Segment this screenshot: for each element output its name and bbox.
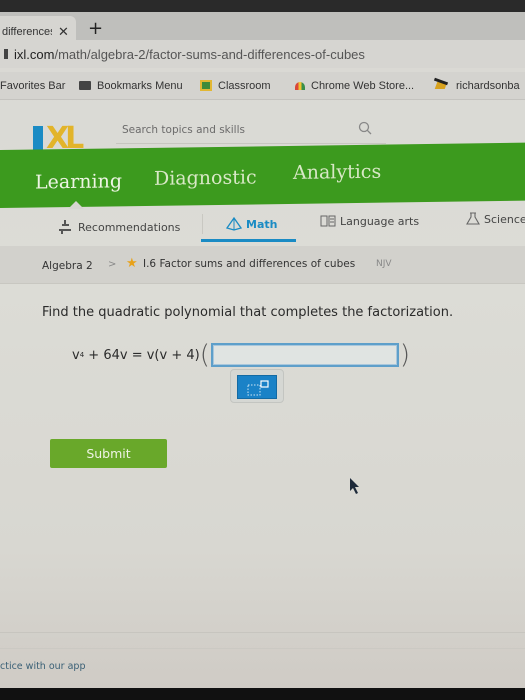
tab-math[interactable]: Math <box>226 217 277 231</box>
footer-divider <box>0 648 525 649</box>
breadcrumb: Algebra 2 > ★ I.6 Factor sums and differ… <box>0 246 525 284</box>
recommendations-icon <box>58 220 74 234</box>
star-icon: ★ <box>126 256 138 271</box>
search-input[interactable] <box>116 123 346 136</box>
skill-code: NJV <box>376 259 392 269</box>
answer-input[interactable] <box>210 343 399 367</box>
tab-label: Math <box>246 217 278 231</box>
address-bar[interactable]: ixl.com/math/algebra-2/factor-sums-and-d… <box>0 40 525 68</box>
submit-button[interactable]: Submit <box>50 439 167 468</box>
tab-label: Recommendations <box>78 220 181 234</box>
tab-label: Science <box>484 212 525 226</box>
tab-science[interactable]: Science <box>466 212 525 226</box>
screen: differences ✕ + ixl.com/math/algebra-2/f… <box>0 0 525 688</box>
mouse-cursor-icon <box>350 478 359 494</box>
url-text[interactable]: ixl.com/math/algebra-2/factor-sums-and-d… <box>14 47 365 62</box>
exponent-button[interactable] <box>237 375 277 399</box>
bookmark-label: richardsonba <box>456 79 520 92</box>
new-tab-icon[interactable]: + <box>88 18 103 39</box>
breadcrumb-course[interactable]: Algebra 2 <box>42 260 93 272</box>
url-host: ixl.com <box>14 46 55 62</box>
breadcrumb-separator: > <box>108 259 117 270</box>
pyramid-icon <box>226 217 242 231</box>
tab-language-arts[interactable]: Language arts <box>320 214 419 228</box>
tab-recommendations[interactable]: Recommendations <box>58 220 180 234</box>
tab-label: Language arts <box>340 214 420 228</box>
equation: v4 + 64v = v(v + 4) ( ) <box>72 340 410 370</box>
footer-divider <box>0 632 525 633</box>
nav-diagnostic[interactable]: Diagnostic <box>154 166 257 189</box>
search-icon[interactable] <box>358 121 372 135</box>
nav-analytics[interactable]: Analytics <box>293 161 381 184</box>
chrome-web-store-icon <box>295 81 305 90</box>
open-paren: ( <box>199 340 210 370</box>
bookmark-label: Favorites Bar <box>0 79 66 92</box>
url-path: /math/algebra-2/factor-sums-and-differen… <box>54 46 365 62</box>
subject-tabs: Recommendations Math Language arts Scien… <box>0 208 525 244</box>
app-promo-link[interactable]: ctice with our app <box>0 661 86 672</box>
site-info-icon[interactable] <box>4 49 8 59</box>
tab-divider <box>202 214 203 234</box>
active-tab-underline <box>201 239 296 242</box>
question-prompt: Find the quadratic polynomial that compl… <box>42 305 454 320</box>
bookmark-favorites-bar[interactable]: Favorites Bar <box>0 80 65 92</box>
exponent-icon <box>247 380 269 396</box>
bookmarks-bar: Favorites Bar Bookmarks Menu Classroom C… <box>0 72 525 100</box>
classroom-icon <box>200 80 212 91</box>
nav-learning[interactable]: Learning <box>35 170 122 193</box>
bookmark-label: Classroom <box>218 79 271 92</box>
search-box <box>116 116 386 144</box>
monitor-bezel-bottom <box>0 688 525 700</box>
book-icon <box>320 214 336 228</box>
close-paren: ) <box>399 340 410 370</box>
folder-icon <box>79 81 91 90</box>
tab-title: differences <box>2 26 52 38</box>
math-keypad <box>230 369 284 403</box>
bookmark-classroom[interactable]: Classroom <box>200 80 271 92</box>
logo-i-mark <box>33 126 43 152</box>
bookmark-bookmarks-menu[interactable]: Bookmarks Menu <box>79 80 183 92</box>
flask-icon <box>466 212 480 226</box>
close-icon[interactable]: ✕ <box>58 25 69 40</box>
bookmark-label: Bookmarks Menu <box>97 79 183 92</box>
bookmark-chrome-web-store[interactable]: Chrome Web Store... <box>295 80 414 92</box>
lhs-base: v <box>72 347 80 363</box>
ixl-logo[interactable]: XL <box>33 124 84 154</box>
breadcrumb-skill: I.6 Factor sums and differences of cubes <box>143 258 356 270</box>
bookmark-richardsonba[interactable]: richardsonba <box>434 80 520 92</box>
main-nav: Learning Diagnostic Analytics <box>0 142 525 208</box>
equation-rest: + 64v = v(v + 4) <box>84 347 200 363</box>
viking-icon <box>434 80 450 92</box>
bookmark-label: Chrome Web Store... <box>311 79 415 92</box>
